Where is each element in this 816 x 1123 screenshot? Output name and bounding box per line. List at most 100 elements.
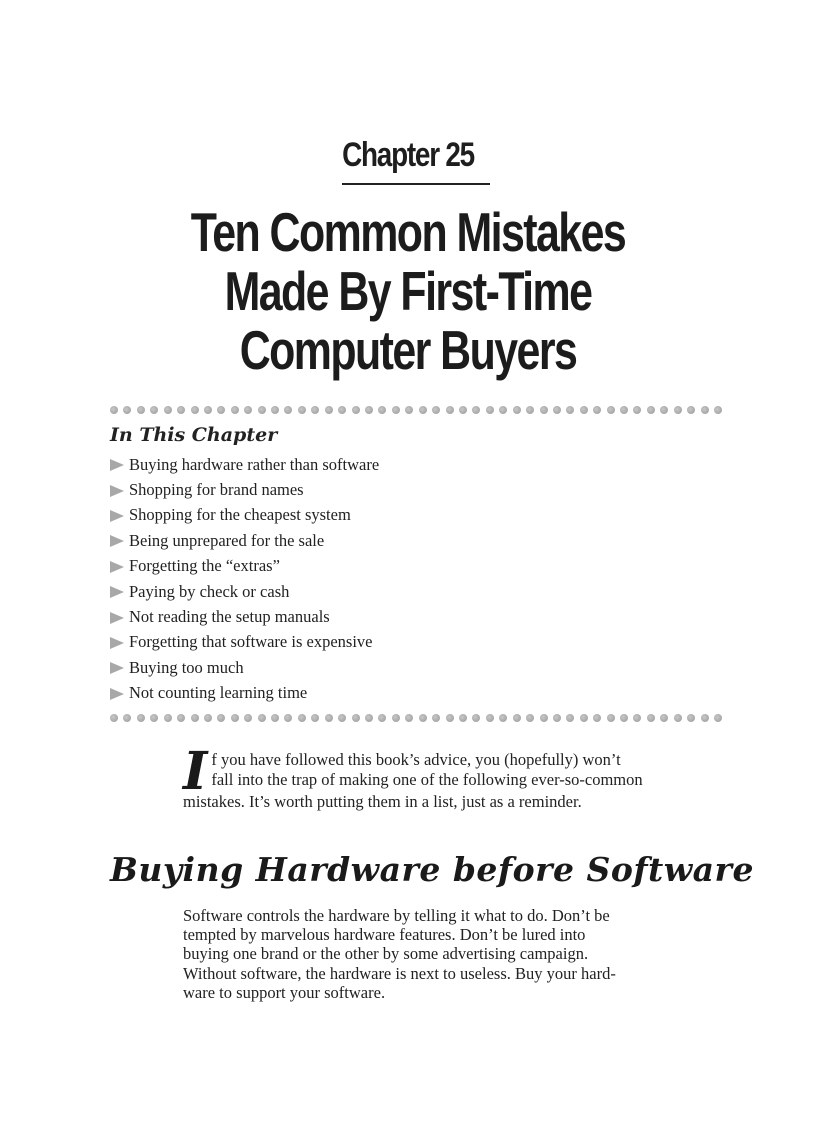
chapter-title-line: Ten Common Mistakes [190, 201, 627, 263]
divider-dot [472, 714, 481, 722]
bullet-arrow-icon [110, 535, 124, 548]
list-item: Not reading the setup manuals [110, 604, 379, 629]
intro-line: fall into the trap of making one of the … [211, 769, 643, 789]
divider-dot [244, 406, 253, 414]
divider-dot [338, 714, 347, 722]
divider-dot [418, 714, 427, 722]
divider-dot [660, 714, 669, 722]
list-item-text: Not counting learning time [129, 683, 308, 703]
divider-dot [351, 406, 360, 414]
divider-dot [123, 714, 132, 722]
divider-dot [110, 406, 118, 414]
divider-dot [526, 406, 535, 414]
list-item-text: Being unprepared for the sale [129, 530, 325, 550]
bullet-arrow-icon [110, 611, 124, 624]
body-line: buying one brand or the other by some ad… [183, 944, 589, 964]
divider-dot [700, 714, 709, 722]
divider-dot [365, 714, 374, 722]
section-heading: Buying Hardware before Software [110, 850, 754, 889]
divider-dot [405, 406, 414, 414]
section-body: Software controls the hardware by tellin… [183, 906, 728, 1002]
divider-dot [244, 714, 253, 722]
divider-dot [700, 406, 709, 414]
divider-dot [136, 406, 145, 414]
list-item: Shopping for brand names [110, 477, 379, 502]
divider-dot [177, 406, 186, 414]
divider-dot [512, 406, 521, 414]
list-item-text: Shopping for the cheapest system [129, 505, 351, 525]
divider-dot [163, 714, 172, 722]
bullet-arrow-icon [110, 687, 124, 700]
divider-dot [673, 714, 682, 722]
divider-dot [660, 406, 669, 414]
divider-dot [203, 406, 212, 414]
list-item: Buying too much [110, 655, 379, 680]
dotted-divider-bottom [110, 713, 722, 723]
divider-dot [150, 714, 159, 722]
bullet-arrow-icon [110, 484, 124, 497]
list-item-text: Forgetting the “extras” [129, 556, 280, 576]
divider-dot [230, 714, 239, 722]
divider-dot [633, 714, 642, 722]
list-item-text: Forgetting that software is expensive [129, 632, 373, 652]
divider-dot [593, 714, 602, 722]
divider-dot [499, 406, 508, 414]
body-line: Software controls the hardware by tellin… [183, 906, 610, 925]
divider-dot [163, 406, 172, 414]
divider-dot [365, 406, 374, 414]
divider-dot [311, 406, 320, 414]
divider-dot [673, 406, 682, 414]
divider-dot [646, 714, 655, 722]
chapter-title: Ten Common Mistakes Made By First-Time C… [90, 203, 726, 380]
divider-dot [297, 714, 306, 722]
body-line: Without software, the hardware is next t… [183, 963, 616, 983]
divider-dot [351, 714, 360, 722]
bullet-arrow-icon [110, 586, 124, 599]
list-item: Forgetting that software is expensive [110, 630, 379, 655]
divider-dot [472, 406, 481, 414]
list-item: Buying hardware rather than software [110, 452, 379, 477]
divider-dot [458, 714, 467, 722]
list-item: Being unprepared for the sale [110, 528, 379, 553]
divider-dot [110, 714, 118, 722]
divider-dot [297, 406, 306, 414]
body-line: ware to support your software. [183, 982, 386, 1002]
divider-dot [418, 406, 427, 414]
list-item: Shopping for the cheapest system [110, 503, 379, 528]
in-this-chapter-list: Buying hardware rather than software Sho… [110, 452, 379, 706]
divider-dot [271, 406, 280, 414]
chapter-title-line: Computer Buyers [239, 319, 578, 381]
divider-dot [324, 714, 333, 722]
divider-dot [445, 406, 454, 414]
divider-dot [284, 406, 293, 414]
bullet-arrow-icon [110, 459, 124, 472]
divider-dot [687, 406, 696, 414]
divider-dot [593, 406, 602, 414]
divider-dot [485, 714, 494, 722]
divider-dot [512, 714, 521, 722]
divider-dot [552, 406, 561, 414]
divider-dot [687, 714, 696, 722]
divider-dot [136, 714, 145, 722]
divider-dot [539, 714, 548, 722]
divider-dot [552, 714, 561, 722]
divider-dot [391, 714, 400, 722]
bullet-arrow-icon [110, 560, 124, 573]
divider-dot [257, 714, 266, 722]
divider-dot [713, 406, 722, 414]
chapter-number: Chapter 25 [342, 136, 475, 174]
intro-line: mistakes. It’s worth putting them in a l… [183, 792, 582, 811]
divider-dot [405, 714, 414, 722]
list-item-text: Paying by check or cash [129, 581, 290, 601]
divider-dot [190, 406, 199, 414]
divider-dot [338, 406, 347, 414]
drop-cap: I [183, 741, 208, 802]
divider-dot [271, 714, 280, 722]
list-item-text: Buying hardware rather than software [129, 454, 380, 474]
divider-dot [485, 406, 494, 414]
divider-dot [606, 406, 615, 414]
divider-dot [713, 714, 722, 722]
body-line: tempted by marvelous hardware features. … [183, 925, 586, 945]
divider-dot [579, 406, 588, 414]
chapter-title-line: Made By First-Time [224, 260, 593, 322]
